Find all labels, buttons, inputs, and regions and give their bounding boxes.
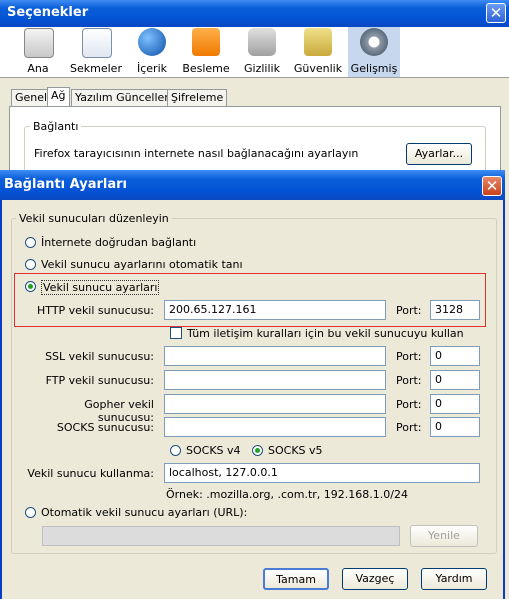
toolbar-item-feed[interactable]: Besleme [180,27,232,77]
tabs-icon [82,28,112,58]
content-globe-icon [138,28,166,56]
socks-host-input[interactable] [164,417,386,437]
dialog-title: Bağlantı Ayarları [4,177,128,192]
radio-socks-v4[interactable] [170,445,181,456]
radio-auto-url[interactable] [25,507,36,518]
toolbar-item-content[interactable]: İçerik [126,27,178,77]
advanced-gear-icon [360,28,388,56]
close-icon[interactable]: ✕ [486,3,506,23]
toolbar-item-security[interactable]: Güvenlik [292,27,344,77]
toolbar-label: Besleme [182,62,230,75]
toolbar-item-main[interactable]: Ana [12,27,64,77]
socks-port-input[interactable]: 0 [430,417,480,437]
main-icon [24,28,54,58]
toolbar-item-privacy[interactable]: Gizlilik [236,27,288,77]
ssl-port-label: Port: [396,350,422,363]
security-lock-icon [304,28,332,56]
connection-description: Firefox tarayıcısının internete nasıl ba… [34,147,359,160]
gopher-proxy-input[interactable] [164,394,386,414]
ftp-port-label: Port: [396,374,422,387]
feed-icon [192,28,220,56]
radio-direct-label: İnternete doğrudan bağlantı [41,236,197,249]
tab-encryption[interactable]: Şifreleme [167,89,228,106]
close-icon[interactable]: ✕ [482,176,502,196]
toolbar-label: Ana [27,62,49,75]
toolbar-label: Gelişmiş [350,62,398,75]
radio-manual-label: Vekil sunucu ayarları [41,280,160,295]
radio-auto-detect[interactable] [25,259,36,270]
ssl-proxy-label: SSL vekil sunucusu: [45,350,154,363]
toolbar-label: Güvenlik [293,62,343,75]
ssl-port-input[interactable]: 0 [430,346,480,366]
ok-button[interactable]: Tamam [263,568,329,590]
proxy-group-label: Vekil sunucuları düzenleyin [16,212,172,225]
toolbar-item-tabs[interactable]: Sekmeler [70,27,122,77]
no-proxy-label: Vekil sunucu kullanma: [27,467,154,480]
radio-manual[interactable] [25,281,36,292]
toolbar-item-advanced[interactable]: Gelişmiş [348,27,400,77]
http-proxy-input[interactable]: 200.65.127.161 [164,300,386,320]
radio-auto-url-label: Otomatik vekil sunucu ayarları (URL): [41,506,248,519]
gopher-port-input[interactable]: 0 [430,394,480,414]
connection-group-label: Bağlantı [30,120,82,133]
radio-auto-detect-label: Vekil sunucu ayarlarını otomatik tanı [41,258,243,271]
socks-host-label: SOCKS sunucusu: [56,421,154,434]
use-all-checkbox[interactable] [170,327,182,339]
radio-direct[interactable] [25,237,36,248]
reload-button[interactable]: Yenile [410,525,478,547]
ssl-proxy-input[interactable] [164,346,386,366]
use-all-label: Tüm iletişim kuralları için bu vekil sun… [187,327,464,340]
radio-socks-v5[interactable] [252,445,263,456]
gopher-port-label: Port: [396,398,422,411]
options-title-bar: Seçenekler ✕ [0,0,509,27]
options-title: Seçenekler [7,5,89,20]
privacy-icon [248,28,276,56]
tab-network[interactable]: Ağ [47,87,70,107]
http-port-input[interactable]: 3128 [430,300,480,320]
socks-port-label: Port: [396,421,422,434]
settings-button[interactable]: Ayarlar... [406,143,472,165]
help-button[interactable]: Yardım [421,568,487,590]
radio-socks-v5-label: SOCKS v5 [268,444,323,457]
tab-general[interactable]: Genel [11,89,52,106]
ftp-port-input[interactable]: 0 [430,370,480,390]
ftp-proxy-input[interactable] [164,370,386,390]
dialog-title-bar: Bağlantı Ayarları ✕ [0,170,505,200]
options-toolbar: Ana Sekmeler İçerik Besleme Gizlilik Güv… [0,27,509,78]
http-proxy-label: HTTP vekil sunucusu: [37,304,154,317]
radio-socks-v4-label: SOCKS v4 [186,444,241,457]
no-proxy-input[interactable]: localhost, 127.0.0.1 [164,463,480,483]
toolbar-label: Sekmeler [70,62,122,75]
auto-url-input[interactable] [42,526,400,546]
cancel-button[interactable]: Vazgeç [342,568,408,590]
http-port-label: Port: [396,304,422,317]
no-proxy-example: Örnek: .mozilla.org, .com.tr, 192.168.1.… [166,488,408,501]
ftp-proxy-label: FTP vekil sunucusu: [45,374,154,387]
toolbar-label: Gizlilik [244,62,280,75]
